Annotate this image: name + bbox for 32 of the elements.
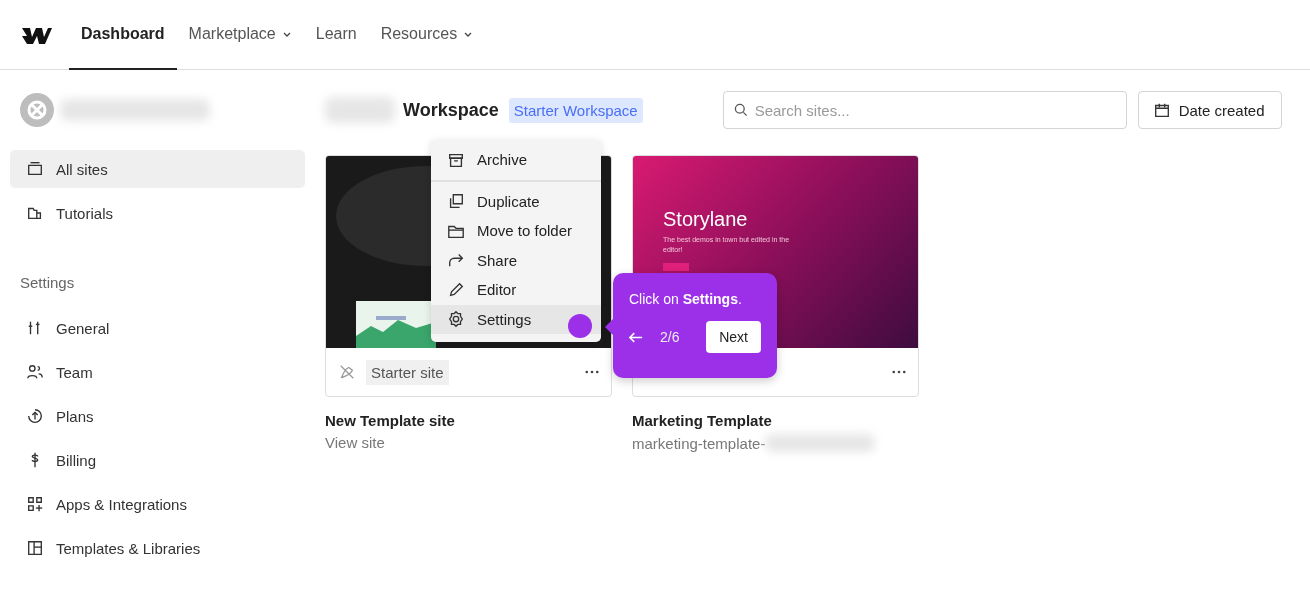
- site-name: New Template site: [325, 412, 456, 429]
- sidebar-item[interactable]: Team: [10, 353, 305, 391]
- plan-badge: Starter Workspace: [508, 97, 643, 123]
- sidebar-item[interactable]: Billing: [10, 441, 305, 479]
- step-counter: 2/6: [660, 329, 680, 345]
- preview-title: Storylane: [663, 208, 749, 231]
- next-button[interactable]: Next: [706, 321, 761, 353]
- menu-item[interactable]: Editor: [431, 275, 601, 305]
- nav-tab[interactable]: Learn: [303, 0, 369, 70]
- sort-button[interactable]: Date created: [1137, 91, 1282, 129]
- site-link[interactable]: View site: [325, 434, 385, 451]
- section-title: Settings: [19, 273, 76, 293]
- tooltip-text: Click on Settings.: [629, 291, 743, 307]
- menu-item[interactable]: Duplicate: [431, 186, 601, 216]
- menu-item[interactable]: Settings: [431, 304, 601, 334]
- sidebar-item[interactable]: General: [10, 309, 305, 347]
- site-link[interactable]: marketing-template-: [632, 434, 766, 452]
- menu-item[interactable]: Move to folder: [431, 216, 601, 246]
- sidebar-item[interactable]: Templates & Libraries: [10, 529, 305, 567]
- sidebar-item[interactable]: Apps & Integrations: [10, 485, 305, 523]
- menu-item[interactable]: Archive: [431, 145, 601, 175]
- menu-item[interactable]: Share: [431, 245, 601, 275]
- nav-tab[interactable]: Marketplace: [176, 0, 304, 70]
- sidebar-item[interactable]: All sites: [10, 150, 305, 188]
- sidebar-item[interactable]: Plans: [10, 397, 305, 435]
- nav-tab[interactable]: Resources: [368, 0, 486, 70]
- site-tag: Starter site: [366, 359, 449, 385]
- search-field[interactable]: Search sites...: [722, 91, 1127, 129]
- nav-tab[interactable]: Dashboard: [69, 0, 177, 70]
- sidebar-item[interactable]: Tutorials: [10, 194, 305, 232]
- site-name: Marketing Template: [632, 412, 773, 429]
- workspace-title: Workspace: [403, 99, 499, 121]
